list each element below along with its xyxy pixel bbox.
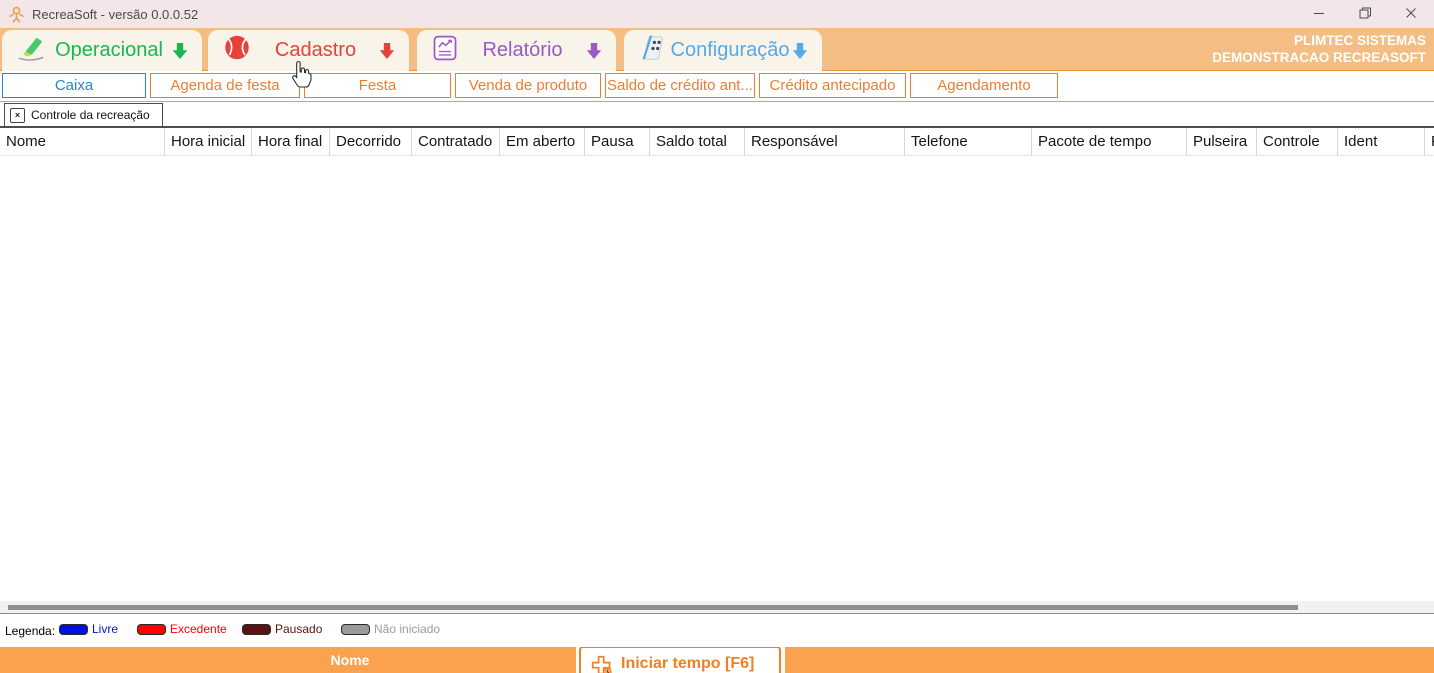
- company-name: PLIMTEC SISTEMAS: [1212, 32, 1426, 49]
- column-header-label: Controle: [1263, 133, 1320, 150]
- column-header[interactable]: Pacote de tempo: [1032, 128, 1187, 155]
- legend: Legenda: Livre Excedente Pausado Não ini…: [0, 614, 1434, 647]
- titlebar: RecreaSoft - versão 0.0.0.52: [0, 0, 1434, 28]
- column-header-label: Nome: [6, 133, 46, 150]
- iniciar-tempo-label: Iniciar tempo [F6]: [621, 655, 754, 673]
- column-header[interactable]: Hora inicial: [165, 128, 252, 155]
- window-title: RecreaSoft - versão 0.0.0.52: [32, 7, 198, 22]
- module-tab[interactable]: Festa: [304, 73, 451, 98]
- legend-item-label: Excedente: [170, 622, 227, 636]
- column-header-label: Em aberto: [506, 133, 575, 150]
- ball-icon: [222, 33, 252, 69]
- column-header-label: Hora inicial: [171, 133, 245, 150]
- arrow-down-icon: [586, 42, 602, 60]
- column-header[interactable]: Saldo total: [650, 128, 745, 155]
- column-header-label: Telefone: [911, 133, 968, 150]
- column-header-label: Pulseira: [1193, 133, 1247, 150]
- close-button[interactable]: [1388, 0, 1434, 28]
- menu-cadastro-button[interactable]: Cadastro: [208, 30, 409, 71]
- column-header[interactable]: Pausa: [585, 128, 650, 155]
- legend-item: Excedente: [137, 622, 227, 636]
- module-tab[interactable]: Caixa: [2, 73, 146, 98]
- module-tab[interactable]: Agendamento: [910, 73, 1058, 98]
- iniciar-tempo-button[interactable]: Iniciar tempo [F6]: [579, 647, 781, 673]
- menu-relatorio-label: Relatório: [482, 39, 562, 62]
- add-time-icon: [591, 655, 613, 673]
- column-header[interactable]: Responsável: [745, 128, 905, 155]
- column-header-label: Saldo total: [656, 133, 727, 150]
- minimize-button[interactable]: [1296, 0, 1342, 28]
- grid-column-headers: Nome Hora inicial Hora final Decorrido C…: [0, 128, 1434, 156]
- arrow-down-icon: [172, 42, 188, 60]
- menu-bar: Operacional Cadastro Rel: [0, 28, 1434, 71]
- legend-color-swatch: [341, 624, 370, 635]
- bottom-group-header-right: [785, 647, 1434, 673]
- gingerbread-man-icon: [8, 6, 25, 23]
- menu-operacional-button[interactable]: Operacional: [2, 30, 202, 71]
- grid-body-empty: [0, 156, 1434, 601]
- horizontal-scrollbar[interactable]: [0, 601, 1434, 614]
- legend-item: Não iniciado: [341, 622, 440, 636]
- module-tab[interactable]: Saldo de crédito ant...: [605, 73, 755, 98]
- doc-tab-controle-da-recreacao[interactable]: × Controle da recreação: [4, 103, 163, 126]
- menu-configuracao-label: Configuração: [671, 39, 790, 62]
- column-header[interactable]: Decorrido: [330, 128, 412, 155]
- column-header[interactable]: Telefone: [905, 128, 1032, 155]
- menu-operacional-label: Operacional: [55, 39, 163, 62]
- column-header-label: Pacote de tempo: [1038, 133, 1151, 150]
- company-info: PLIMTEC SISTEMAS DEMONSTRACAO RECREASOFT: [1212, 32, 1426, 66]
- column-header-label: Ident: [1344, 133, 1377, 150]
- scrollbar-thumb[interactable]: [8, 605, 1298, 610]
- column-header[interactable]: Controle: [1257, 128, 1338, 155]
- license-name: DEMONSTRACAO RECREASOFT: [1212, 49, 1426, 66]
- legend-item: Pausado: [242, 622, 322, 636]
- legend-item-label: Pausado: [275, 622, 322, 636]
- column-header[interactable]: Contratado: [412, 128, 500, 155]
- chart-icon: [431, 34, 459, 68]
- arrow-down-icon: [379, 42, 395, 60]
- highlighter-icon: [16, 33, 46, 69]
- close-icon: ×: [15, 111, 20, 120]
- column-header-label: Pausa: [591, 133, 634, 150]
- column-header[interactable]: Nome: [0, 128, 165, 155]
- module-tab[interactable]: Agenda de festa: [150, 73, 300, 98]
- column-header-label: Decorrido: [336, 133, 401, 150]
- legend-color-swatch: [242, 624, 271, 635]
- column-header[interactable]: Hora final: [252, 128, 330, 155]
- module-tab[interactable]: Venda de produto: [455, 73, 601, 98]
- column-header-label: Responsável: [751, 133, 838, 150]
- restore-icon: [1359, 7, 1371, 22]
- legend-item-label: Livre: [92, 622, 118, 636]
- bottom-panel: Nome Iniciar tempo [F6]: [0, 647, 1434, 673]
- restore-button[interactable]: [1342, 0, 1388, 28]
- arrow-down-icon: [792, 42, 808, 60]
- legend-color-swatch: [137, 624, 166, 635]
- window-controls: [1296, 0, 1434, 28]
- legend-color-swatch: [59, 624, 88, 635]
- column-header[interactable]: Pulseira: [1187, 128, 1257, 155]
- document-tab-strip: × Controle da recreação: [0, 102, 1434, 128]
- column-header-label: Hora final: [258, 133, 322, 150]
- close-icon: [1405, 7, 1417, 22]
- module-tab-row: CaixaAgenda de festaFestaVenda de produt…: [0, 71, 1434, 102]
- module-tab[interactable]: Crédito antecipado: [759, 73, 906, 98]
- column-header[interactable]: Em aberto: [500, 128, 585, 155]
- minimize-icon: [1313, 7, 1325, 22]
- legend-title: Legenda:: [5, 624, 55, 638]
- doc-tab-close-button[interactable]: ×: [10, 108, 25, 123]
- domino-icon: [638, 33, 668, 69]
- doc-tab-label: Controle da recreação: [31, 108, 150, 122]
- menu-relatorio-button[interactable]: Relatório: [417, 30, 616, 71]
- column-header[interactable]: P: [1425, 128, 1434, 155]
- column-header[interactable]: Ident: [1338, 128, 1425, 155]
- column-header-label: Contratado: [418, 133, 492, 150]
- menu-configuracao-button[interactable]: Configuração: [624, 30, 822, 71]
- legend-item-label: Não iniciado: [374, 622, 440, 636]
- menu-cadastro-label: Cadastro: [275, 39, 356, 62]
- legend-item: Livre: [59, 622, 118, 636]
